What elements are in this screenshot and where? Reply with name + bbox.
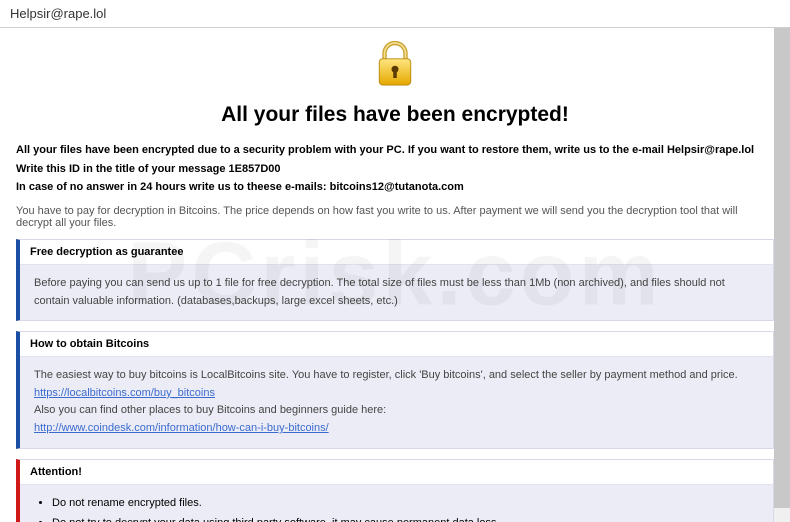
main-heading: All your files have been encrypted! — [16, 103, 774, 127]
list-item: Do not try to decrypt your data using th… — [52, 515, 759, 522]
intro-email2: bitcoins12@tutanota.com — [330, 181, 464, 193]
intro-block: All your files have been encrypted due t… — [16, 141, 774, 197]
attention-list: Do not rename encrypted files. Do not tr… — [34, 495, 759, 522]
content-area: PCrisk.com All your files have been encr… — [0, 28, 790, 522]
scrollbar-thumb[interactable] — [774, 28, 790, 508]
bitcoins-link2[interactable]: http://www.coindesk.com/information/how-… — [34, 422, 329, 434]
guarantee-box: Free decryption as guarantee Before payi… — [16, 239, 774, 321]
bitcoins-title: How to obtain Bitcoins — [20, 332, 773, 357]
guarantee-body: Before paying you can send us up to 1 fi… — [20, 265, 773, 320]
lock-icon-wrap — [16, 28, 774, 97]
list-item: Do not rename encrypted files. — [52, 495, 759, 513]
attention-title: Attention! — [20, 460, 773, 485]
vertical-scrollbar[interactable] — [774, 28, 790, 522]
guarantee-title: Free decryption as guarantee — [20, 240, 773, 265]
bitcoins-link1[interactable]: https://localbitcoins.com/buy_bitcoins — [34, 387, 215, 399]
bitcoins-box: How to obtain Bitcoins The easiest way t… — [16, 331, 774, 448]
bitcoins-body: The easiest way to buy bitcoins is Local… — [20, 357, 773, 447]
window-title-bar: Helpsir@rape.lol — [0, 0, 790, 28]
lock-icon — [367, 79, 423, 96]
intro-id: 1E857D00 — [229, 163, 281, 175]
bitcoins-line2: Also you can find other places to buy Bi… — [34, 402, 759, 420]
intro-line3-prefix: In case of no answer in 24 hours write u… — [16, 181, 330, 193]
pay-line: You have to pay for decryption in Bitcoi… — [16, 205, 774, 229]
intro-line2-prefix: Write this ID in the title of your messa… — [16, 163, 229, 175]
intro-email1: Helpsir@rape.lol — [667, 144, 754, 156]
attention-box: Attention! Do not rename encrypted files… — [16, 459, 774, 522]
window-title: Helpsir@rape.lol — [10, 6, 106, 21]
bitcoins-line1: The easiest way to buy bitcoins is Local… — [34, 367, 759, 385]
attention-body: Do not rename encrypted files. Do not tr… — [20, 485, 773, 522]
intro-line1-prefix: All your files have been encrypted due t… — [16, 144, 667, 156]
